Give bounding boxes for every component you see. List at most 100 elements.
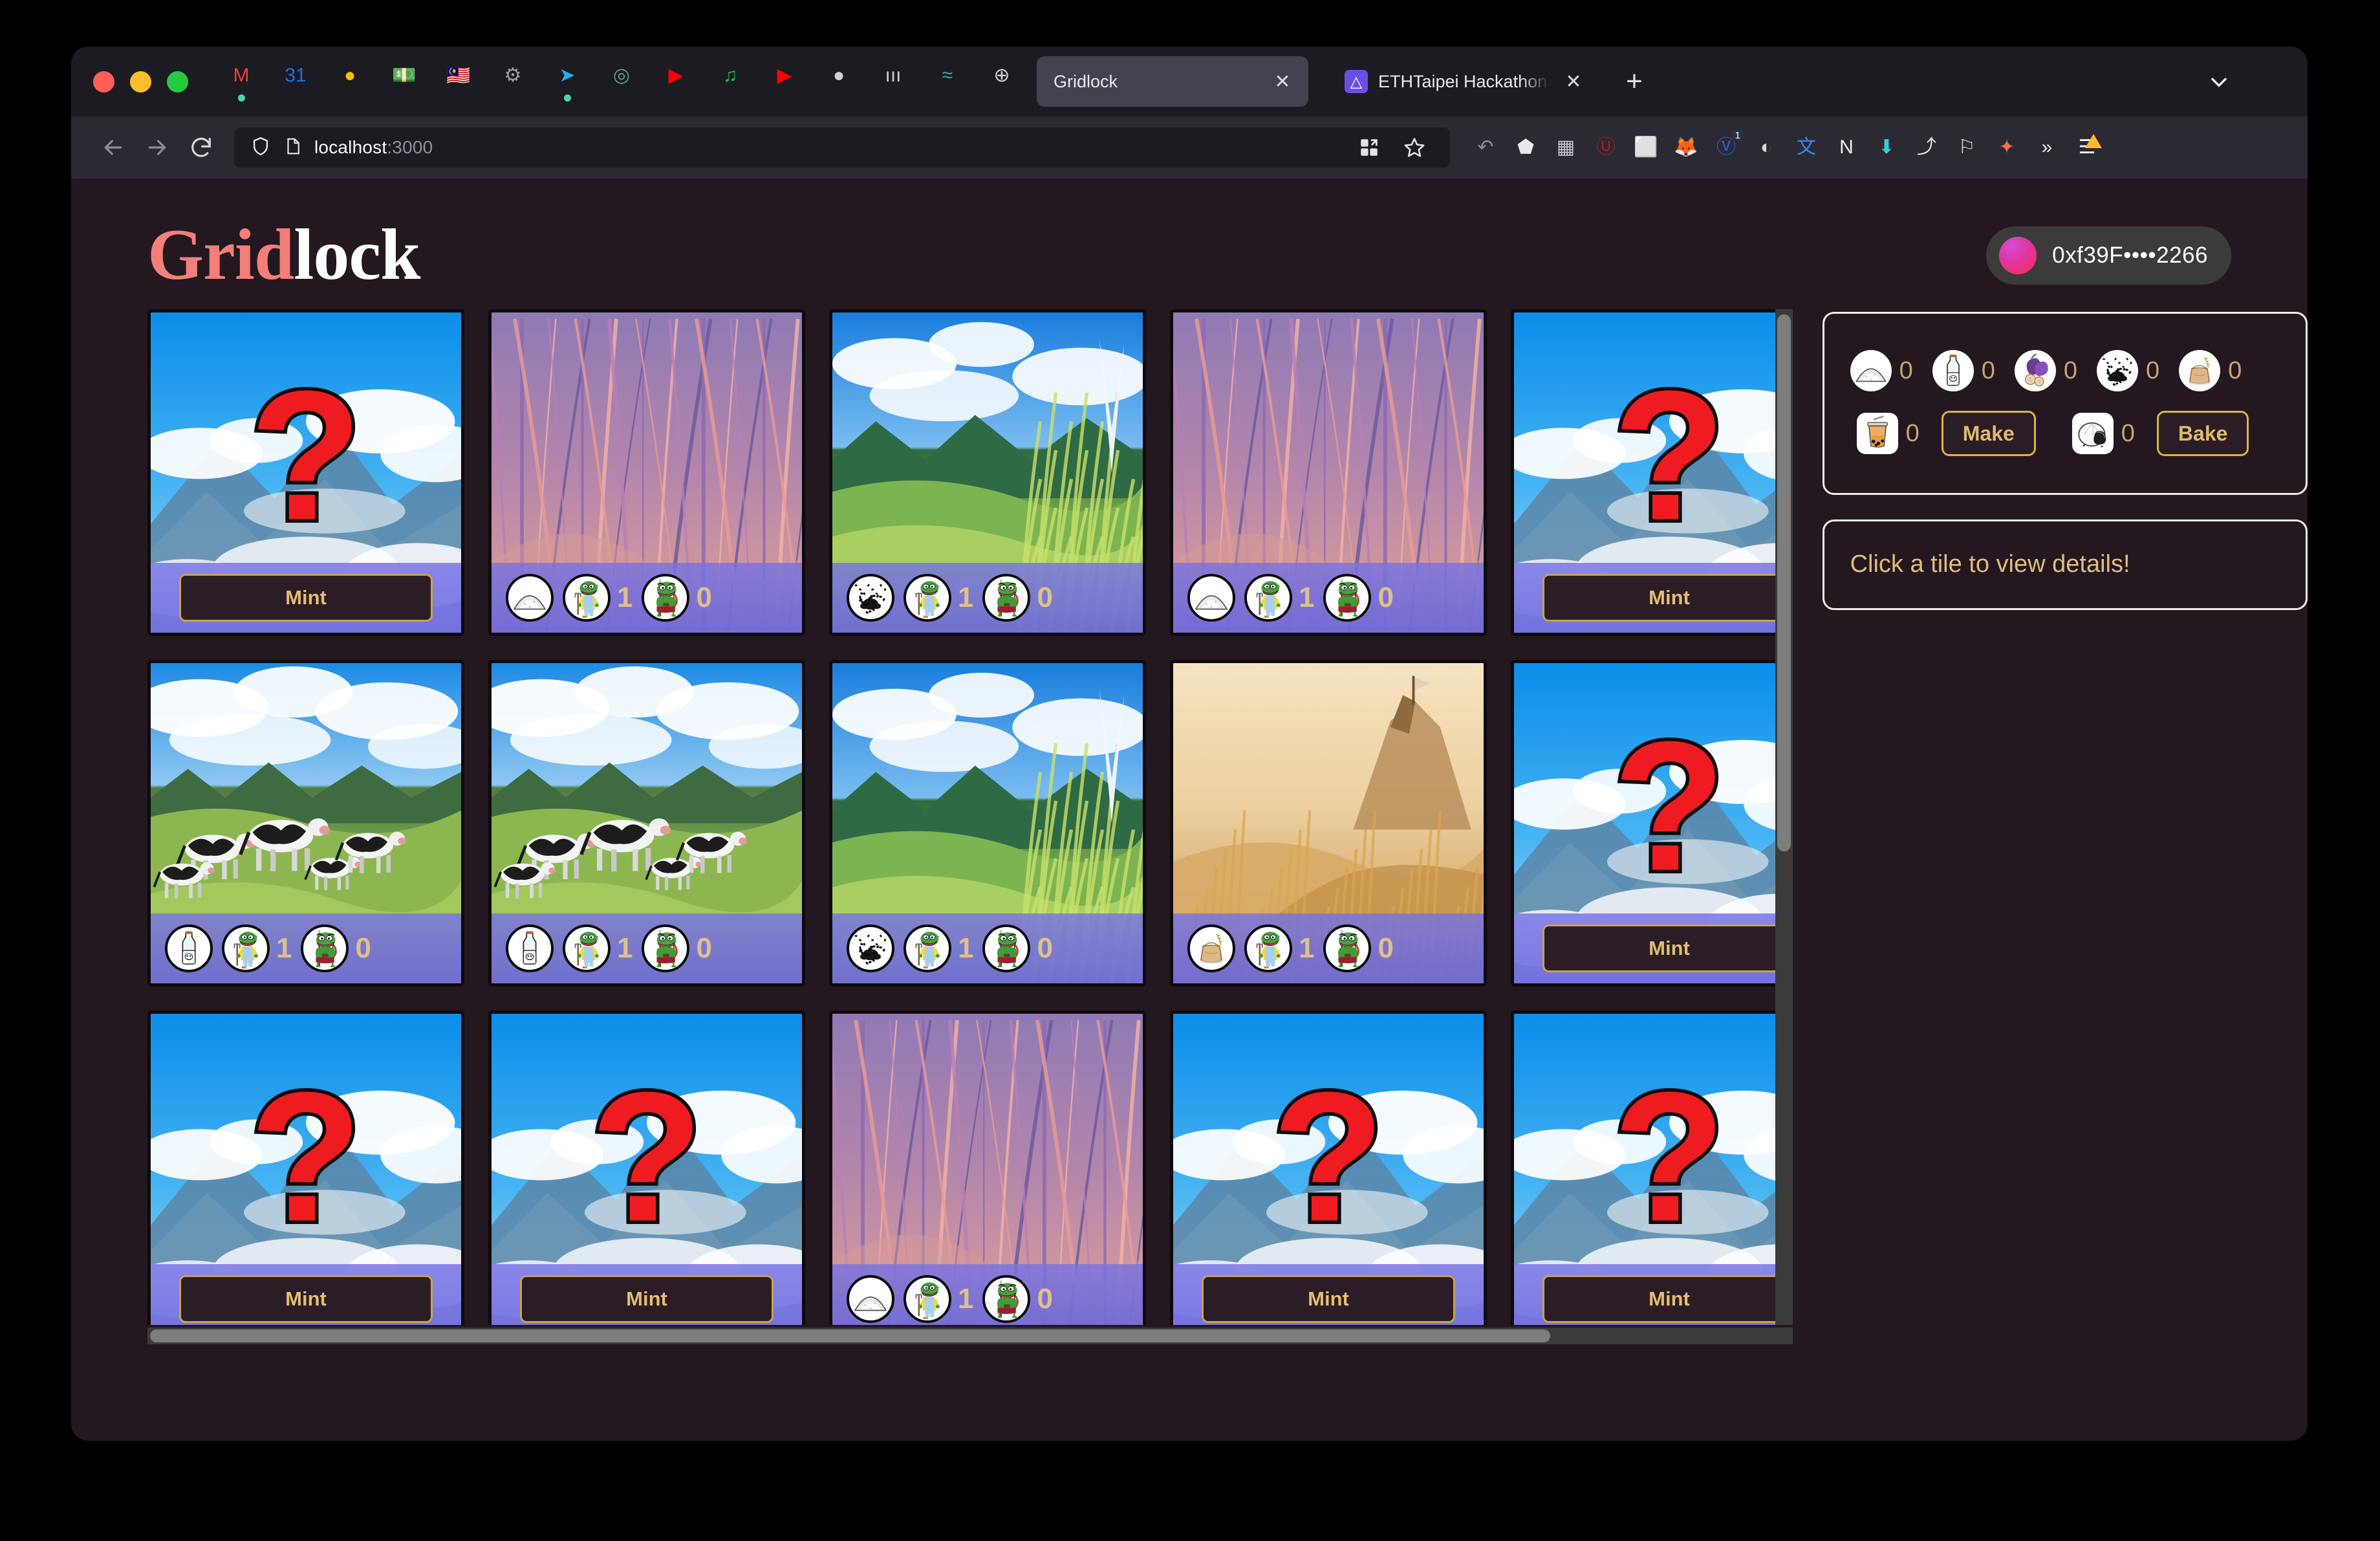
pinned-tab-globe[interactable]: ⊕	[986, 61, 1017, 102]
soldier-pepe-icon[interactable]	[982, 573, 1031, 622]
new-tab-button[interactable]: +	[1616, 63, 1652, 100]
split-view-icon[interactable]	[1349, 127, 1389, 168]
sugar-pile-icon[interactable]	[1187, 573, 1235, 622]
close-tab-icon[interactable]: ✕	[1270, 69, 1295, 94]
grid-tile[interactable]: 1 0	[488, 309, 805, 636]
mint-button[interactable]: Mint	[179, 1274, 433, 1323]
back-button[interactable]	[93, 127, 133, 168]
pin-icon[interactable]: ⚐	[1948, 129, 1985, 166]
black-sesame-icon[interactable]	[847, 924, 894, 972]
ublock-origin-icon[interactable]: Ⓤ	[1587, 129, 1625, 166]
grid-tile[interactable]: ? Mint	[147, 309, 464, 636]
clipboard-icon[interactable]: ⬜	[1627, 129, 1665, 166]
undo-arrow-icon[interactable]: ↶	[1467, 129, 1504, 166]
browser-tab-1[interactable]: Gridlock ✕	[1037, 56, 1308, 107]
pinned-tab-analytics[interactable]: ııı	[878, 61, 909, 102]
extensions-grid-icon[interactable]: ▦	[1547, 129, 1585, 166]
pinned-tab-google-calendar[interactable]: 31	[280, 61, 311, 102]
farmer-pepe-icon[interactable]	[1244, 573, 1292, 622]
reload-button[interactable]	[181, 127, 221, 168]
rice-sack-icon[interactable]	[1187, 924, 1235, 972]
pinned-tab-wave-app[interactable]: ≈	[932, 61, 963, 102]
grid-tile[interactable]: ? Mint	[1170, 1010, 1487, 1325]
pocket-icon[interactable]: ⬟	[1507, 129, 1544, 166]
farmer-pepe-icon[interactable]	[903, 1274, 951, 1323]
farmer-pepe-icon[interactable]	[563, 573, 611, 622]
share-icon[interactable]: ⤴	[1908, 129, 1945, 166]
soldier-pepe-icon[interactable]	[301, 924, 349, 972]
soldier-pepe-icon[interactable]	[982, 1274, 1031, 1323]
pinned-tab-money-notes[interactable]: 💵	[389, 61, 420, 102]
brain-icon[interactable]: ◐	[1747, 129, 1785, 166]
grid-tile[interactable]: ? Mint	[1511, 1010, 1793, 1325]
vault-extension-icon[interactable]: Ⓥ 1	[1707, 129, 1745, 166]
sugar-pile-icon[interactable]	[506, 573, 554, 622]
grid-tile[interactable]: ? Mint	[147, 1010, 464, 1325]
ai-sparkle-icon[interactable]: ✦	[1988, 129, 2026, 166]
wallet-badge[interactable]: 0xf39F••••2266	[1986, 226, 2231, 285]
soldier-pepe-icon[interactable]	[1323, 924, 1372, 972]
soldier-pepe-icon[interactable]	[982, 924, 1031, 972]
avatar	[1999, 236, 2037, 274]
notion-icon[interactable]: N	[1828, 129, 1865, 166]
metamask-fox-icon[interactable]: 🦊	[1667, 129, 1705, 166]
pinned-tab-youtube[interactable]: ▶	[660, 61, 691, 102]
grid-tile[interactable]: ? Mint	[488, 1010, 805, 1325]
make-button[interactable]: Make	[1941, 411, 2036, 457]
close-tab-icon[interactable]: ✕	[1561, 69, 1586, 94]
pinned-tab-user-profile[interactable]: ●	[823, 61, 854, 102]
sugar-pile-icon[interactable]	[847, 1274, 894, 1323]
soldier-pepe-icon[interactable]	[642, 573, 690, 622]
download-icon[interactable]: ⬇	[1868, 129, 1905, 166]
grid-tile[interactable]: 1 0	[1170, 659, 1487, 987]
close-window-button[interactable]	[93, 71, 114, 93]
pinned-tab-telegram[interactable]: ➤	[552, 61, 583, 102]
browser-tab-2[interactable]: △ ETHTaipei Hackathon 2024 by E ✕	[1328, 56, 1599, 107]
grid-tile[interactable]: 1 0	[147, 659, 464, 987]
bake-button[interactable]: Bake	[2156, 411, 2249, 457]
grid-tile[interactable]: 1 0	[829, 309, 1146, 636]
farmer-pepe-icon[interactable]	[563, 924, 611, 972]
farmer-pepe-icon[interactable]	[1244, 924, 1292, 972]
pinned-tab-google-keep[interactable]: ●	[334, 61, 365, 102]
pinned-tab-spotify[interactable]: ♫	[715, 61, 746, 102]
mint-button[interactable]: Mint	[1542, 924, 1793, 972]
maximize-window-button[interactable]	[167, 71, 188, 93]
pinned-tab-malaysia-flag[interactable]: 🇲🇾	[443, 61, 474, 102]
address-bar[interactable]: localhost:3000	[234, 127, 1450, 168]
chevron-down-icon[interactable]	[2202, 64, 2236, 99]
minimize-window-button[interactable]	[130, 71, 151, 93]
mint-button[interactable]: Mint	[1542, 573, 1793, 622]
translate-icon[interactable]: 文	[1788, 129, 1825, 166]
soldier-pepe-icon[interactable]	[642, 924, 690, 972]
milk-bottle-icon[interactable]	[506, 924, 554, 972]
vertical-scrollbar-thumb[interactable]	[1777, 314, 1791, 851]
bookmark-star-icon[interactable]	[1394, 127, 1434, 168]
app-menu-icon[interactable]: ☰	[2068, 129, 2106, 166]
grid-tile[interactable]: 1 0	[1170, 309, 1487, 636]
grid-tile[interactable]: ? Mint	[1511, 309, 1793, 636]
horizontal-scrollbar-thumb[interactable]	[150, 1329, 1550, 1342]
soldier-pepe-icon[interactable]	[1323, 573, 1372, 622]
vertical-scrollbar[interactable]	[1775, 309, 1793, 1325]
mint-button[interactable]: Mint	[1542, 1274, 1793, 1323]
farmer-pepe-icon[interactable]	[222, 924, 270, 972]
mint-button[interactable]: Mint	[520, 1274, 774, 1323]
forward-button[interactable]	[137, 127, 177, 168]
grid-tile[interactable]: 1 0	[829, 1010, 1146, 1325]
black-sesame-icon[interactable]	[847, 573, 894, 622]
grid-tile[interactable]: 1 0	[829, 659, 1146, 987]
grid-tile[interactable]: ? Mint	[1511, 659, 1793, 987]
grid-tile[interactable]: 1 0	[488, 659, 805, 987]
farmer-pepe-icon[interactable]	[903, 573, 951, 622]
mint-button[interactable]: Mint	[179, 573, 433, 622]
mint-button[interactable]: Mint	[1202, 1274, 1455, 1323]
pinned-tab-settings-gear[interactable]: ⚙	[497, 61, 528, 102]
milk-bottle-icon[interactable]	[165, 924, 213, 972]
pinned-tab-openai[interactable]: ◎	[606, 61, 637, 102]
horizontal-scrollbar[interactable]	[147, 1327, 1793, 1344]
pinned-tab-youtube-2[interactable]: ▶	[769, 61, 800, 102]
overflow-chevrons-icon[interactable]: »	[2028, 129, 2066, 166]
pinned-tab-gmail[interactable]: M	[226, 61, 257, 102]
farmer-pepe-icon[interactable]	[903, 924, 951, 972]
